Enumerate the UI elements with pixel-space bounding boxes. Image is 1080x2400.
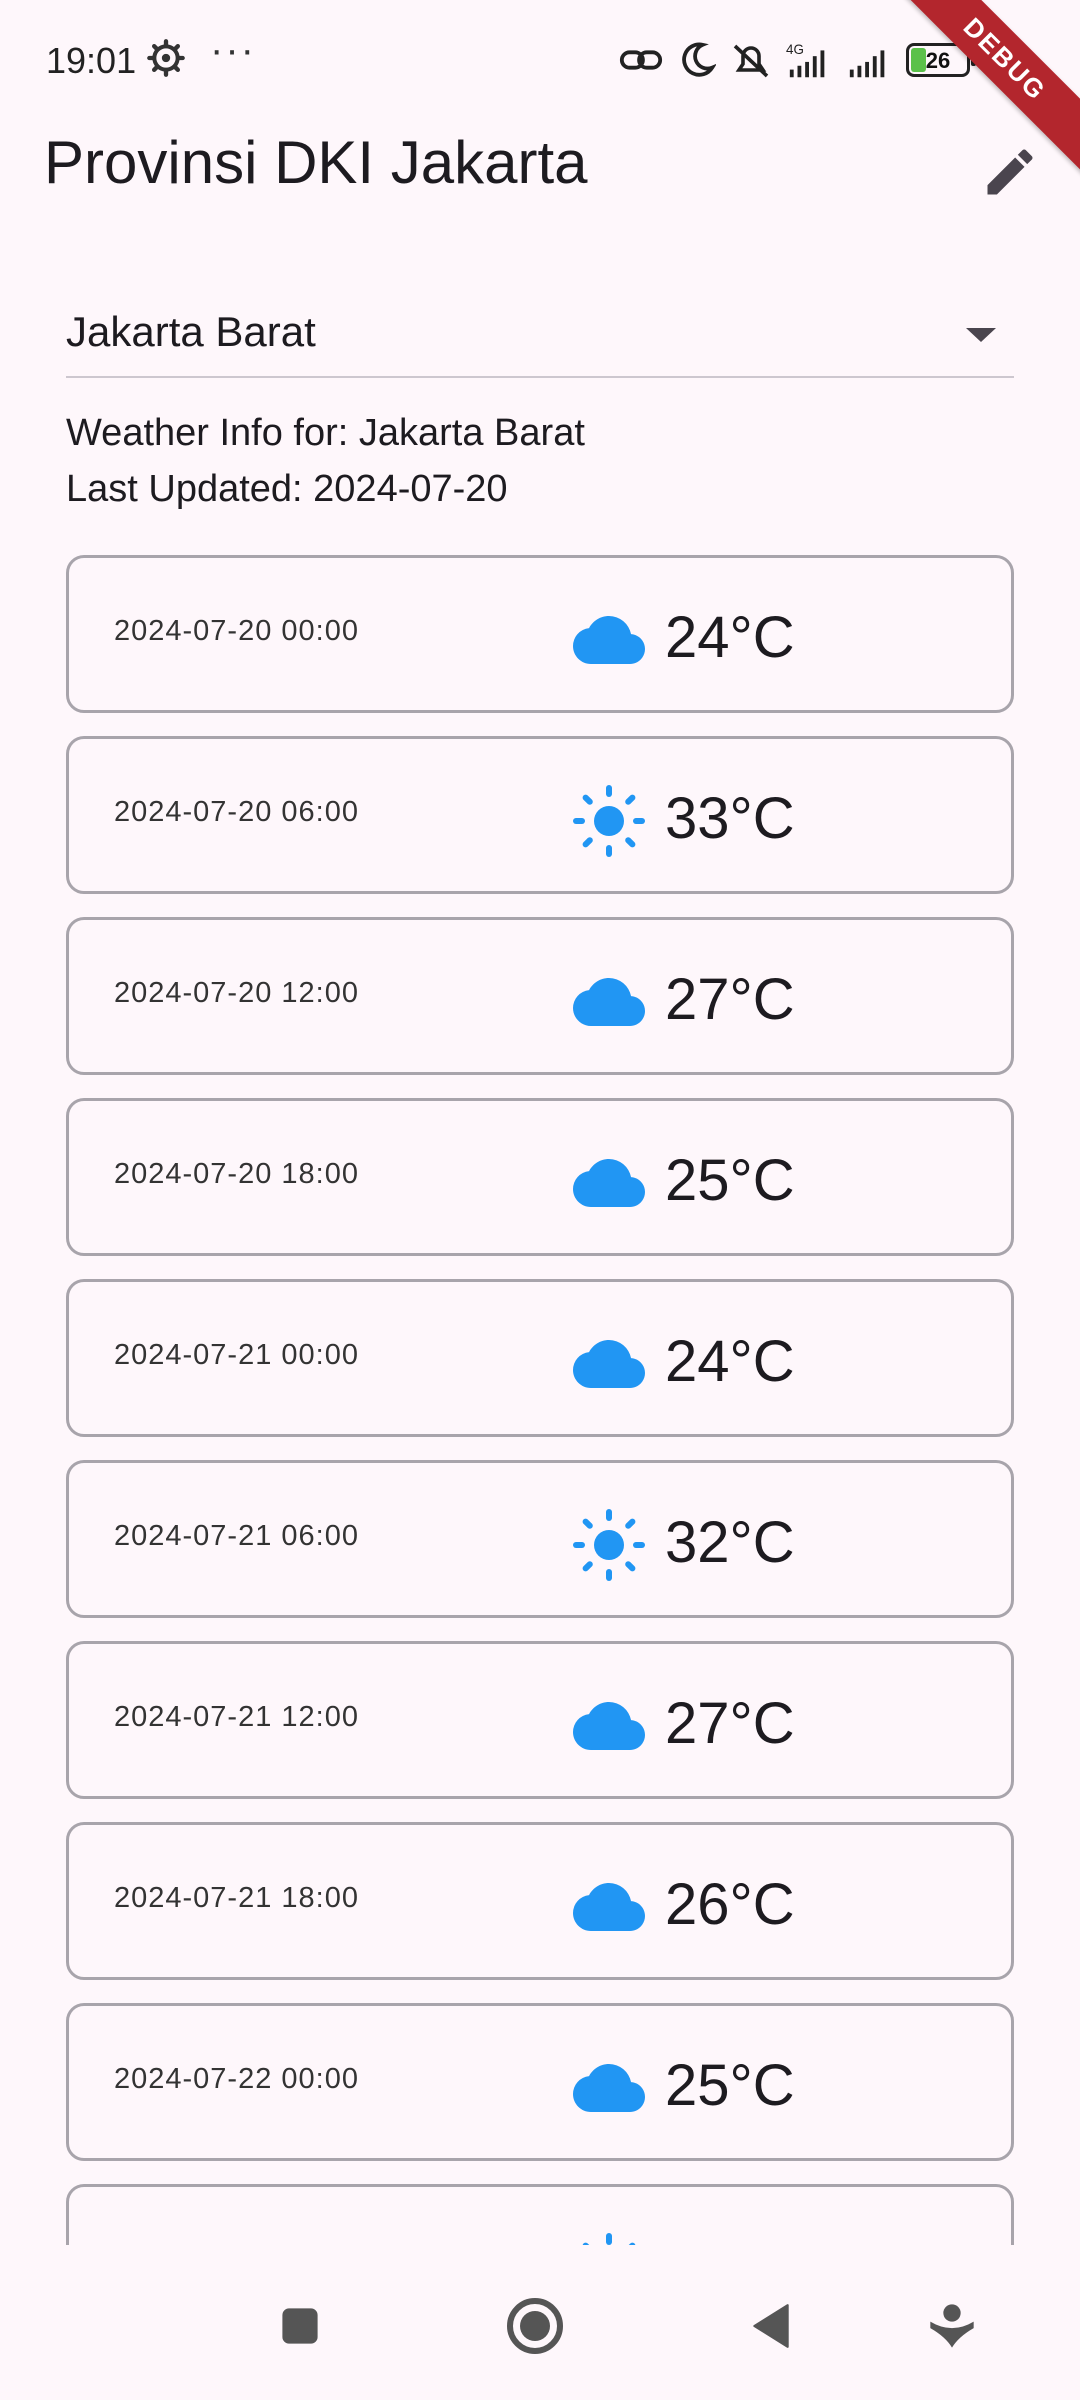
svg-text:4G: 4G (786, 42, 804, 57)
forecast-temperature: 26°C (665, 1872, 795, 1937)
forecast-temperature: 32°C (665, 1510, 795, 1575)
forecast-time: 2024-07-20 18:00 (114, 1158, 359, 1190)
forecast-card[interactable]: 2024-07-20 00:00 24°C (66, 555, 1014, 713)
system-nav-bar (0, 2246, 1080, 2400)
sun-icon (573, 785, 645, 857)
cloud-icon (573, 2052, 645, 2124)
accessibility-icon (930, 2304, 974, 2348)
forecast-card[interactable]: 2024-07-21 18:00 26°C (66, 1822, 1014, 1980)
moon-icon (682, 42, 716, 77)
circle-icon (507, 2298, 563, 2354)
settings-gear-icon (147, 39, 185, 77)
pencil-icon (987, 149, 1033, 195)
signal-4g-icon: 4G (786, 42, 825, 78)
cloud-icon (573, 604, 645, 676)
page-title: Provinsi DKI Jakarta (44, 129, 588, 196)
cloud-icon (573, 1328, 645, 1400)
status-bar: 19:01 ··· 4G 26 (0, 0, 1080, 120)
forecast-card[interactable]: 2024-07-21 06:00 32°C (66, 1460, 1014, 1618)
forecast-temperature: 24°C (665, 605, 795, 670)
forecast-time: 2024-07-20 12:00 (114, 977, 359, 1009)
battery-level: 26 (925, 48, 951, 73)
forecast-temperature: 25°C (665, 1148, 795, 1213)
cloud-icon (573, 1690, 645, 1762)
forecast-time: 2024-07-20 06:00 (114, 796, 359, 828)
forecast-temperature: 33°C (665, 786, 795, 851)
forecast-card[interactable]: 2024-07-22 00:00 25°C (66, 2003, 1014, 2161)
dropdown-selected-value: Jakarta Barat (66, 308, 316, 355)
city-dropdown[interactable]: Jakarta Barat (66, 290, 1014, 378)
triangle-back-icon (753, 2304, 789, 2348)
sun-icon (573, 2233, 645, 2245)
more-notifications-icon: ··· (210, 28, 256, 72)
square-icon (282, 2308, 318, 2344)
assistant-button[interactable] (912, 2286, 992, 2366)
forecast-time: 2024-07-21 18:00 (114, 1882, 359, 1914)
forecast-time: 2024-07-21 00:00 (114, 1339, 359, 1371)
forecast-card[interactable]: 2024-07-21 00:00 24°C (66, 1279, 1014, 1437)
weather-info-label: Weather Info for: Jakarta Barat (66, 412, 585, 454)
forecast-time: 2024-07-21 12:00 (114, 1701, 359, 1733)
home-button[interactable] (495, 2286, 575, 2366)
forecast-temperature: 24°C (665, 1329, 795, 1394)
forecast-time: 2024-07-21 06:00 (114, 1520, 359, 1552)
recents-button[interactable] (260, 2286, 340, 2366)
forecast-temperature: 27°C (665, 1691, 795, 1756)
edit-button[interactable] (974, 136, 1046, 208)
forecast-card[interactable]: 2024-07-20 18:00 25°C (66, 1098, 1014, 1256)
forecast-card[interactable]: 2024-07-20 12:00 27°C (66, 917, 1014, 1075)
dropdown-arrow-icon (966, 328, 996, 342)
sun-icon (573, 1509, 645, 1581)
forecast-card[interactable]: 2024-07-20 06:00 33°C (66, 736, 1014, 894)
last-updated-label: Last Updated: 2024-07-20 (66, 468, 508, 510)
cloud-icon (573, 1871, 645, 1943)
forecast-temperature: 27°C (665, 967, 795, 1032)
link-icon (619, 50, 663, 70)
forecast-list[interactable]: 2024-07-20 00:00 24°C 2024-07-20 06:00 33°C… (66, 555, 1014, 2245)
cloud-icon (573, 1147, 645, 1219)
mute-bell-icon (733, 44, 769, 78)
back-button[interactable] (731, 2286, 811, 2366)
signal-icon (849, 50, 885, 78)
forecast-time: 2024-07-20 00:00 (114, 615, 359, 647)
forecast-time: 2024-07-22 00:00 (114, 2063, 359, 2095)
status-time: 19:01 (46, 40, 137, 81)
status-icons: 4G 26 (618, 38, 976, 82)
cloud-icon (573, 966, 645, 1038)
forecast-temperature: 25°C (665, 2053, 795, 2118)
forecast-card[interactable] (66, 2184, 1014, 2245)
forecast-card[interactable]: 2024-07-21 12:00 27°C (66, 1641, 1014, 1799)
